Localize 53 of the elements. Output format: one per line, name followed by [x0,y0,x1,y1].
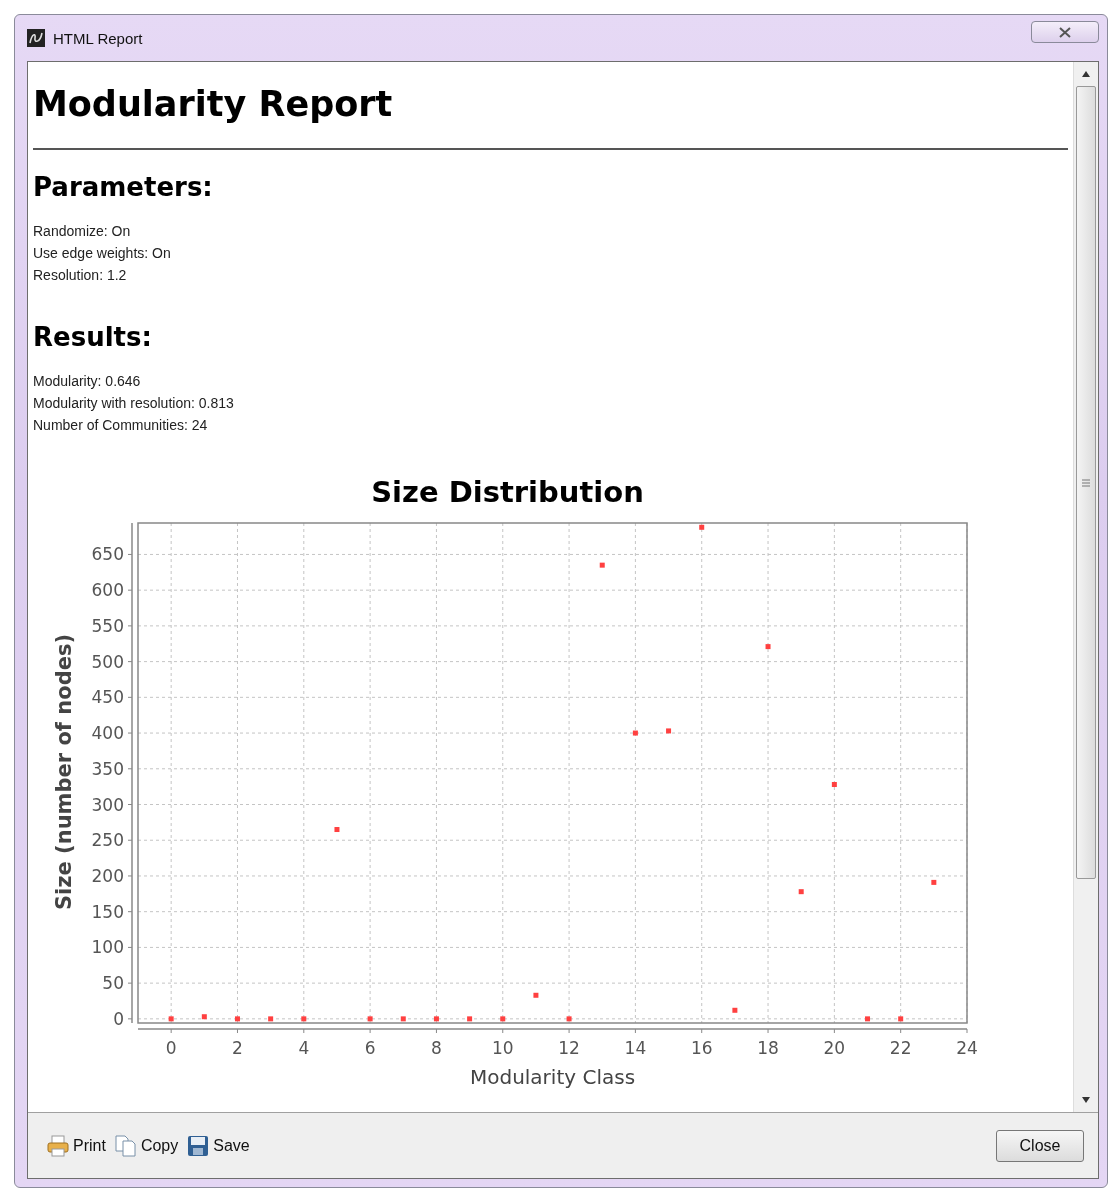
section-heading: Results: [33,322,153,352]
y-axis-title: Size (number of nodes) [52,634,76,910]
x-tick-label: 10 [491,1038,514,1058]
x-tick-label: 2 [232,1038,243,1058]
scroll-down-icon[interactable] [1081,1096,1091,1104]
y-tick-label: 400 [91,723,124,744]
close-icon [1059,26,1071,38]
y-tick-label: 150 [91,901,124,922]
y-tick-label: 200 [91,865,124,886]
copy-button[interactable]: Copy [113,1133,179,1158]
x-tick-label: 16 [690,1038,713,1058]
chart-title: Size Distribution [371,475,644,509]
y-tick-label: 500 [91,651,124,672]
report-line: Randomize: On [33,222,132,241]
report-line: Use edge weights: On [33,244,172,263]
y-tick-label: 550 [91,615,124,636]
x-tick-label: 4 [298,1038,310,1058]
section-heading: Parameters: [33,172,214,202]
print-button[interactable]: Print [46,1133,106,1158]
y-tick-label: 600 [91,580,124,601]
x-tick-label: 14 [624,1038,647,1058]
scroll-up-icon[interactable] [1081,70,1091,78]
y-tick-label: 250 [91,830,124,851]
y-tick-label: 350 [91,758,124,779]
x-tick-label: 12 [558,1038,580,1058]
scrollbar-thumb[interactable] [1076,86,1096,879]
close-button[interactable]: Close [996,1129,1084,1162]
y-tick-label: 650 [91,544,124,565]
save-button[interactable]: Save [186,1133,250,1158]
report-line: Modularity with resolution: 0.813 [33,394,235,413]
y-tick-label: 100 [91,937,124,958]
x-tick-label: 22 [889,1038,912,1058]
x-tick-label: 8 [431,1038,442,1058]
y-tick-label: 450 [91,687,124,708]
app-icon [27,29,45,47]
y-tick-label: 50 [102,973,124,994]
grip-icon [1082,478,1090,487]
window-title: HTML Report [53,29,144,47]
report-line: Modularity: 0.646 [33,372,142,391]
x-tick-label: 18 [757,1038,779,1058]
report-title: Modularity Report [33,84,394,124]
x-tick-label: 0 [165,1038,177,1058]
y-tick-label: 300 [91,794,124,815]
copy-icon [113,1133,138,1158]
x-tick-label: 20 [823,1038,846,1058]
report-line: Resolution: 1.2 [33,266,128,285]
x-tick-label: 24 [956,1038,978,1058]
x-tick-label: 6 [364,1038,376,1058]
report-line: Number of Communities: 24 [33,416,209,435]
y-tick-label: 0 [113,1008,124,1029]
close-button[interactable] [1031,21,1099,43]
printer-icon [46,1133,70,1158]
x-axis-title: Modularity Class [469,1065,636,1089]
